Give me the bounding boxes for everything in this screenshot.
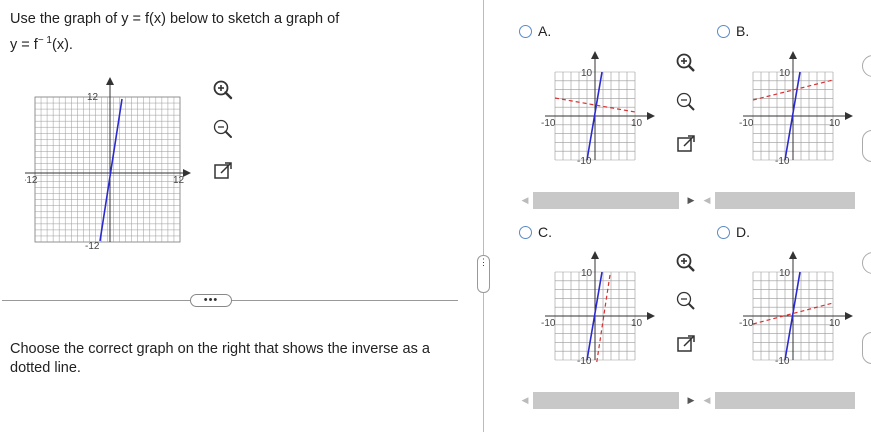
- option-d-tools-clipped-2[interactable]: [862, 332, 871, 364]
- option-c-graph: 10 -10 -10 10: [541, 251, 655, 367]
- option-b-tools-clipped-2[interactable]: [862, 130, 871, 162]
- option-b-tools-clipped[interactable]: [862, 55, 871, 77]
- option-b[interactable]: B.: [717, 23, 749, 39]
- option-c-x-min-label: -10: [541, 318, 556, 329]
- option-a-zoom-out-icon[interactable]: [675, 91, 697, 113]
- option-b-graph: 10 -10 -10 10: [739, 51, 853, 167]
- pane-splitter-handle[interactable]: ⋮: [477, 255, 490, 293]
- option-c-radio[interactable]: [519, 225, 532, 239]
- option-b-y-min-label: -10: [775, 156, 790, 167]
- scroll-left-arrow-b[interactable]: ◀: [699, 195, 715, 206]
- option-d-graph: 10 -10 -10 10: [739, 251, 853, 367]
- scroll-thumb[interactable]: [533, 192, 679, 209]
- option-c-label: C.: [538, 224, 552, 240]
- option-a-radio[interactable]: [519, 24, 532, 38]
- option-c-expand-icon[interactable]: [675, 333, 697, 355]
- scroll-right-arrow[interactable]: ▶: [683, 195, 699, 206]
- instruction-text: Choose the correct graph on the right th…: [10, 341, 430, 376]
- option-a-x-min-label: -10: [541, 118, 556, 129]
- scroll-right-arrow-c[interactable]: ▶: [683, 395, 699, 406]
- option-a-y-min-label: -10: [577, 156, 592, 167]
- option-c-zoom-in-icon[interactable]: [675, 252, 697, 274]
- option-d-x-min-label: -10: [739, 318, 754, 329]
- option-a-x-max-label: 10: [631, 118, 643, 129]
- option-d-y-min-label: -10: [775, 356, 790, 367]
- x-max-label: 12: [173, 175, 185, 186]
- question-line-2: y = f− 1(x).: [10, 35, 73, 53]
- more-button[interactable]: •••: [190, 294, 232, 307]
- f-line: [99, 98, 123, 242]
- option-d-tools-clipped[interactable]: [862, 252, 871, 274]
- scroll-thumb-c[interactable]: [533, 392, 679, 409]
- x-min-label: -12: [25, 175, 38, 186]
- option-b-radio[interactable]: [717, 24, 730, 38]
- scroll-left-arrow-d[interactable]: ◀: [699, 395, 715, 406]
- question-text: Use the graph of y = f(x) below to sketc…: [10, 9, 339, 56]
- option-b-x-min-label: -10: [739, 118, 754, 129]
- zoom-in-icon[interactable]: [212, 79, 234, 101]
- option-a-zoom-in-icon[interactable]: [675, 52, 697, 74]
- main-graph: 12 -12 -12 12: [25, 77, 191, 250]
- option-ab-scrollbar[interactable]: ◀ ▶ ◀: [517, 192, 871, 209]
- option-c[interactable]: C.: [519, 224, 552, 240]
- option-cd-scrollbar[interactable]: ◀ ▶ ◀: [517, 392, 871, 409]
- option-b-y-max-label: 10: [779, 68, 791, 79]
- option-c-y-max-label: 10: [581, 268, 593, 279]
- option-c-zoom-out-icon[interactable]: [675, 290, 697, 312]
- option-b-label: B.: [736, 23, 750, 39]
- option-a[interactable]: A.: [519, 23, 551, 39]
- option-a-graph: 10 -10 -10 10: [541, 51, 655, 167]
- y-max-label: 12: [87, 92, 99, 103]
- scroll-left-arrow-c[interactable]: ◀: [517, 395, 533, 406]
- scroll-thumb-b[interactable]: [715, 192, 855, 209]
- expand-icon[interactable]: [212, 160, 234, 182]
- option-d-label: D.: [736, 224, 750, 240]
- option-c-x-max-label: 10: [631, 318, 643, 329]
- scroll-left-arrow[interactable]: ◀: [517, 195, 533, 206]
- scroll-thumb-d[interactable]: [715, 392, 855, 409]
- option-d-radio[interactable]: [717, 225, 730, 239]
- option-d[interactable]: D.: [717, 224, 750, 240]
- question-line-1: Use the graph of y = f(x) below to sketc…: [10, 11, 340, 27]
- pane-divider: [483, 0, 484, 432]
- zoom-out-icon[interactable]: [212, 118, 234, 140]
- option-b-x-max-label: 10: [829, 118, 841, 129]
- option-a-y-max-label: 10: [581, 68, 593, 79]
- option-d-x-max-label: 10: [829, 318, 841, 329]
- option-a-expand-icon[interactable]: [675, 133, 697, 155]
- option-c-y-min-label: -10: [577, 356, 592, 367]
- option-a-label: A.: [538, 23, 552, 39]
- option-d-y-max-label: 10: [779, 268, 791, 279]
- y-min-label: -12: [85, 241, 100, 250]
